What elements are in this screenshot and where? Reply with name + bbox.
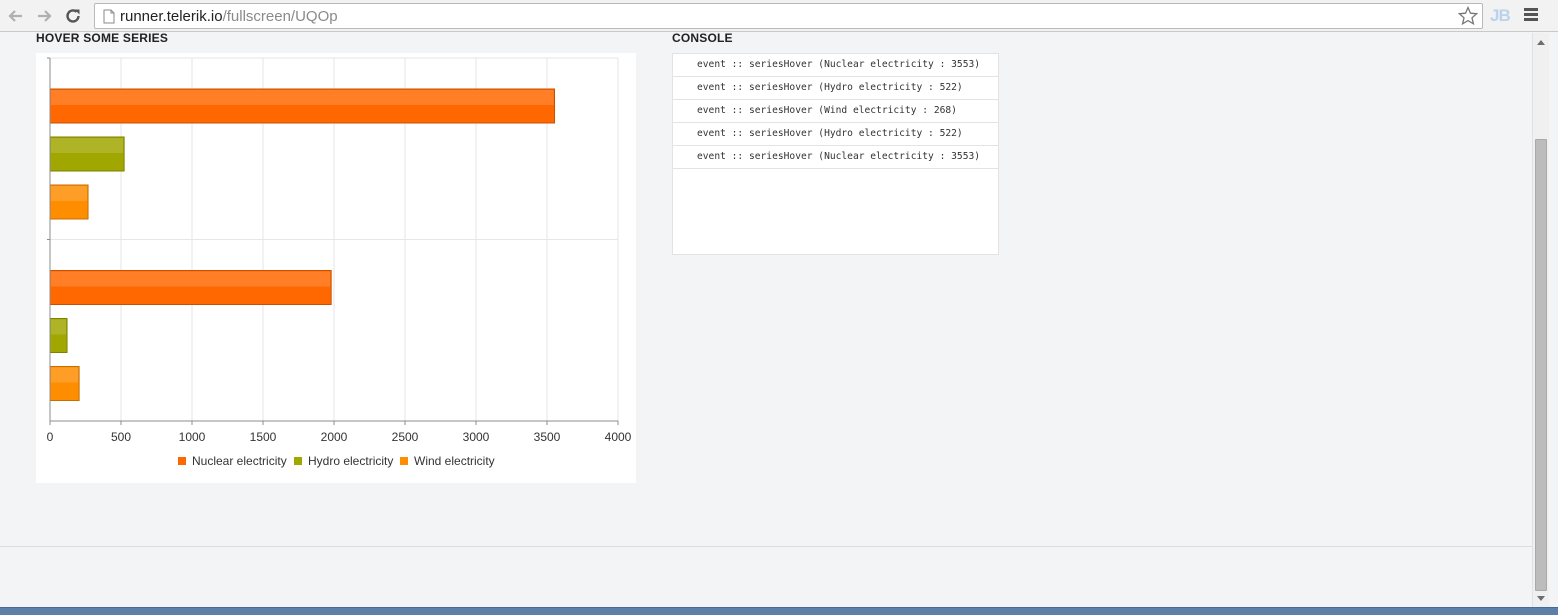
legend-label: Nuclear electricity [192, 454, 287, 468]
back-button[interactable] [4, 4, 28, 28]
chart-svg: 0 500 1000 1500 2000 2500 3000 3500 4000 Nuclear … [47, 57, 632, 468]
console-section-title: CONSOLE [672, 31, 733, 45]
scroll-down-icon[interactable] [1537, 596, 1545, 601]
console-panel: event :: seriesHover (Nuclear electricit… [672, 53, 999, 255]
legend-swatch [294, 457, 302, 465]
bar-highlight [51, 186, 88, 201]
extension-icon[interactable]: JB [1490, 6, 1511, 26]
scroll-thumb[interactable] [1535, 139, 1547, 591]
x-tick-label: 2500 [392, 430, 419, 444]
console-line: event :: seriesHover (Nuclear electricit… [673, 146, 998, 169]
bar-chart: 0 500 1000 1500 2000 2500 3000 3500 4000 Nuclear … [36, 53, 636, 483]
x-tick-label: 4000 [605, 430, 632, 444]
chart-section-title: HOVER SOME SERIES [36, 31, 169, 45]
x-tick-label: 3500 [534, 430, 561, 444]
x-tick-label: 0 [47, 430, 54, 444]
forward-button[interactable] [32, 4, 56, 28]
console-line: event :: seriesHover (Hydro electricity … [673, 77, 998, 100]
reload-icon [66, 9, 80, 23]
x-tick-label: 2000 [321, 430, 348, 444]
x-tick-label: 500 [111, 430, 131, 444]
url-path: /fullscreen/UQOp [222, 8, 338, 25]
window-edge [1549, 33, 1558, 607]
console-line: event :: seriesHover (Hydro electricity … [673, 123, 998, 146]
legend-swatch [178, 457, 186, 465]
legend-swatch [400, 457, 408, 465]
arrow-left-icon [8, 10, 22, 22]
bar-highlight [51, 367, 79, 383]
bar-highlight [51, 90, 554, 105]
x-tick-label: 1500 [250, 430, 277, 444]
window-frame-bottom [0, 607, 1558, 615]
vertical-scrollbar[interactable] [1532, 33, 1549, 607]
bookmark-star-icon[interactable] [1458, 6, 1478, 26]
legend-label: Hydro electricity [308, 454, 393, 468]
bar-highlight [51, 138, 124, 153]
x-tick-label: 3000 [463, 430, 490, 444]
page-divider [0, 546, 1532, 547]
console-line: event :: seriesHover (Wind electricity :… [673, 100, 998, 123]
bar-highlight [51, 319, 67, 335]
scroll-up-icon[interactable] [1537, 40, 1545, 45]
browser-toolbar: runner.telerik.io/fullscreen/UQOp JB [0, 0, 1558, 32]
reload-button[interactable] [61, 4, 85, 28]
arrow-right-icon [38, 10, 52, 22]
bar-highlight [51, 271, 331, 287]
browser-menu-icon[interactable] [1524, 8, 1538, 23]
page-icon [103, 9, 115, 24]
legend-label: Wind electricity [414, 454, 495, 468]
console-line: event :: seriesHover (Nuclear electricit… [673, 54, 998, 77]
x-tick-label: 1000 [179, 430, 206, 444]
url-host: runner.telerik.io [120, 8, 223, 25]
address-bar[interactable]: runner.telerik.io/fullscreen/UQOp [94, 3, 1483, 29]
url-text: runner.telerik.io/fullscreen/UQOp [120, 8, 338, 25]
